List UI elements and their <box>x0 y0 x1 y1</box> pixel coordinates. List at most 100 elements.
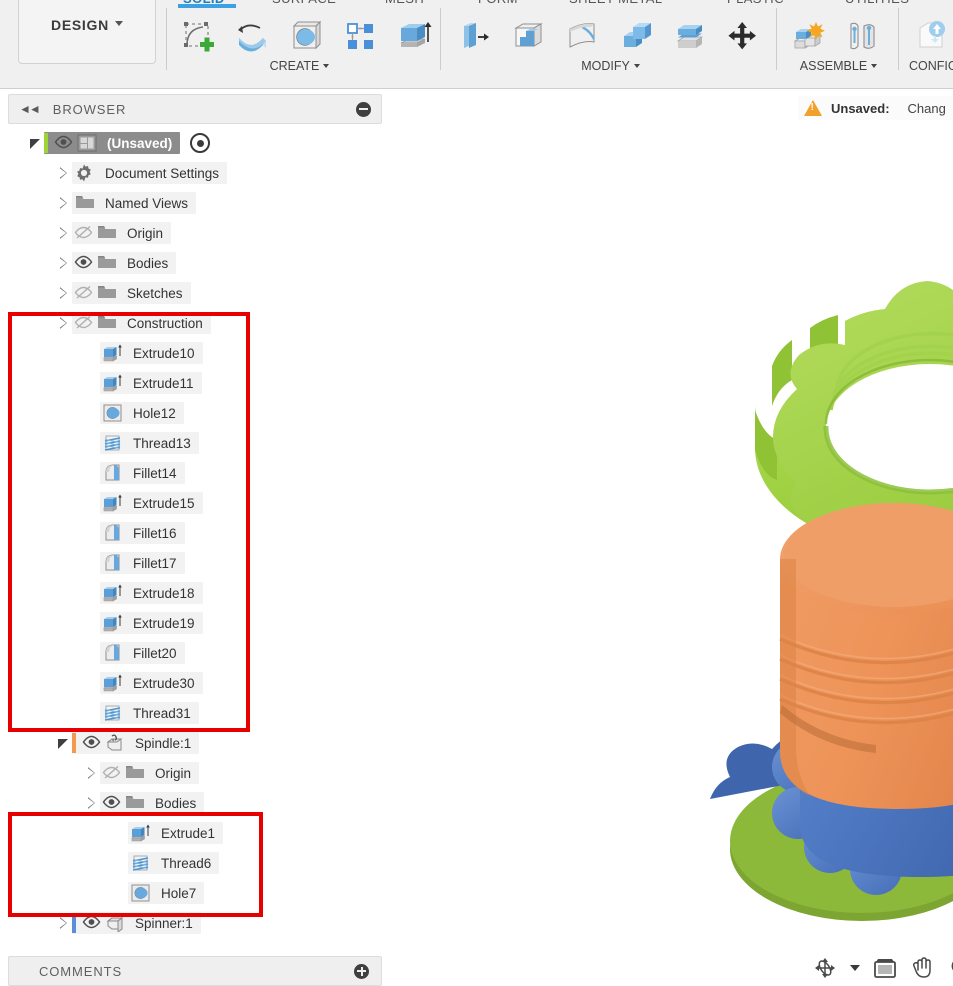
browser-tree[interactable]: (Unsaved) Document Settings Named Views Ori… <box>0 128 390 938</box>
tree-row-hit[interactable]: Document Settings <box>72 162 227 184</box>
panel-label-configure[interactable]: CONFIGURE <box>905 59 953 73</box>
tool-press-pull[interactable] <box>448 10 500 62</box>
tree-row-hit[interactable]: (Unsaved) <box>44 132 180 154</box>
panel-label-create[interactable]: CREATE <box>172 59 427 73</box>
expand-arrow-closed-icon[interactable] <box>56 165 72 181</box>
tool-sphere[interactable] <box>280 10 332 62</box>
tree-row-spindle-origin[interactable]: Origin <box>0 758 390 788</box>
comments-panel-header[interactable]: COMMENTS <box>8 956 382 986</box>
tree-row-extrude11[interactable]: Extrude11 <box>0 368 390 398</box>
tree-row-extrude19[interactable]: Extrude19 <box>0 608 390 638</box>
panel-label-assemble[interactable]: ASSEMBLE <box>782 59 895 73</box>
tree-row-hit[interactable]: Bodies <box>100 792 204 814</box>
expand-arrow-closed-icon[interactable] <box>84 795 100 811</box>
collapse-left-icon[interactable]: ◄◄ <box>19 102 39 116</box>
tree-row-thread13[interactable]: Thread13 <box>0 428 390 458</box>
eye-visible-icon[interactable] <box>100 795 122 811</box>
tree-row-hit[interactable]: Fillet16 <box>100 522 185 544</box>
tree-row-hit[interactable]: Thread31 <box>100 702 199 724</box>
tree-row-extrude10[interactable]: Extrude10 <box>0 338 390 368</box>
eye-visible-icon[interactable] <box>80 915 102 931</box>
tree-row-hit[interactable]: Extrude18 <box>100 582 203 604</box>
expand-arrow-closed-icon[interactable] <box>56 225 72 241</box>
tree-row-extrude30[interactable]: Extrude30 <box>0 668 390 698</box>
tree-row-extrude18[interactable]: Extrude18 <box>0 578 390 608</box>
tree-row-fillet20[interactable]: Fillet20 <box>0 638 390 668</box>
tree-row-hit[interactable]: Hole7 <box>128 882 204 904</box>
tree-row-hit[interactable]: Origin <box>100 762 199 784</box>
tree-row-hit[interactable]: Extrude19 <box>100 612 203 634</box>
tool-move-copy[interactable] <box>718 10 770 62</box>
eye-visible-icon[interactable] <box>52 135 74 151</box>
tree-row-hit[interactable]: Origin <box>72 222 171 244</box>
tool-joint[interactable] <box>836 10 888 62</box>
tree-row-hit[interactable]: Fillet14 <box>100 462 185 484</box>
tree-row-construction[interactable]: Construction <box>0 308 390 338</box>
zoom-icon[interactable] <box>948 955 953 981</box>
expand-arrow-open-icon[interactable] <box>28 135 44 151</box>
tree-row-fillet16[interactable]: Fillet16 <box>0 518 390 548</box>
active-component-radio[interactable] <box>190 133 210 153</box>
tree-row-document-settings[interactable]: Document Settings <box>0 158 390 188</box>
eye-hidden-icon[interactable] <box>72 285 94 301</box>
expand-arrow-closed-icon[interactable] <box>56 255 72 271</box>
tree-row-spinner[interactable]: Spinner:1 <box>0 908 390 938</box>
3d-viewport[interactable] <box>390 89 953 985</box>
eye-visible-icon[interactable] <box>80 735 102 751</box>
tool-fillet[interactable] <box>556 10 608 62</box>
tree-row-hit[interactable]: Sketches <box>72 282 191 304</box>
tree-row-origin[interactable]: Origin <box>0 218 390 248</box>
tree-row-hit[interactable]: Thread13 <box>100 432 199 454</box>
orbit-icon[interactable] <box>812 955 838 981</box>
expand-arrow-closed-icon[interactable] <box>56 315 72 331</box>
expand-arrow-closed-icon[interactable] <box>56 285 72 301</box>
tree-row-bodies[interactable]: Bodies <box>0 248 390 278</box>
tree-row-hit[interactable]: Hole12 <box>100 402 184 424</box>
tool-new-component[interactable] <box>782 10 834 62</box>
tool-configuration[interactable] <box>905 10 953 62</box>
tree-row-root[interactable]: (Unsaved) <box>0 128 390 158</box>
tree-row-sketches[interactable]: Sketches <box>0 278 390 308</box>
tree-row-hit[interactable]: Extrude10 <box>100 342 203 364</box>
tree-row-hit[interactable]: Construction <box>72 312 211 334</box>
eye-hidden-icon[interactable] <box>72 315 94 331</box>
tree-row-hit[interactable]: Spinner:1 <box>72 912 201 934</box>
eye-hidden-icon[interactable] <box>72 225 94 241</box>
tool-split-face[interactable] <box>664 10 716 62</box>
minus-circle-icon[interactable] <box>356 102 371 117</box>
tree-row-hit[interactable]: Fillet17 <box>100 552 185 574</box>
pan-icon[interactable] <box>910 955 936 981</box>
tree-row-hit[interactable]: Extrude11 <box>100 372 202 394</box>
tree-row-hole7[interactable]: Hole7 <box>0 878 390 908</box>
tool-create-sketch[interactable] <box>172 10 224 62</box>
tree-row-hit[interactable]: Fillet20 <box>100 642 185 664</box>
panel-label-modify[interactable]: MODIFY <box>448 59 773 73</box>
workspace-switcher-design[interactable]: DESIGN <box>18 0 156 64</box>
tool-shell[interactable] <box>502 10 554 62</box>
tree-row-fillet17[interactable]: Fillet17 <box>0 548 390 578</box>
tree-row-fillet14[interactable]: Fillet14 <box>0 458 390 488</box>
tree-row-spindle[interactable]: Spindle:1 <box>0 728 390 758</box>
plus-circle-icon[interactable] <box>354 964 369 979</box>
tree-row-extrude1[interactable]: Extrude1 <box>0 818 390 848</box>
tool-extrude[interactable] <box>388 10 440 62</box>
chevron-down-icon[interactable] <box>850 955 860 981</box>
eye-visible-icon[interactable] <box>72 255 94 271</box>
tree-row-spindle-bodies[interactable]: Bodies <box>0 788 390 818</box>
tree-row-hit[interactable]: Extrude1 <box>128 822 223 844</box>
tree-row-extrude15[interactable]: Extrude15 <box>0 488 390 518</box>
tree-row-hit[interactable]: Named Views <box>72 192 196 214</box>
eye-hidden-icon[interactable] <box>100 765 122 781</box>
tree-row-named-views[interactable]: Named Views <box>0 188 390 218</box>
display-settings-icon[interactable] <box>872 955 898 981</box>
expand-arrow-closed-icon[interactable] <box>56 195 72 211</box>
tree-row-hit[interactable]: Bodies <box>72 252 176 274</box>
tree-row-thread31[interactable]: Thread31 <box>0 698 390 728</box>
tool-pattern[interactable] <box>334 10 386 62</box>
tree-row-hit[interactable]: Thread6 <box>128 852 219 874</box>
tree-row-hit[interactable]: Extrude30 <box>100 672 203 694</box>
tool-combine[interactable] <box>610 10 662 62</box>
tree-row-hole12[interactable]: Hole12 <box>0 398 390 428</box>
tree-row-thread6[interactable]: Thread6 <box>0 848 390 878</box>
tool-revolve[interactable] <box>226 10 278 62</box>
